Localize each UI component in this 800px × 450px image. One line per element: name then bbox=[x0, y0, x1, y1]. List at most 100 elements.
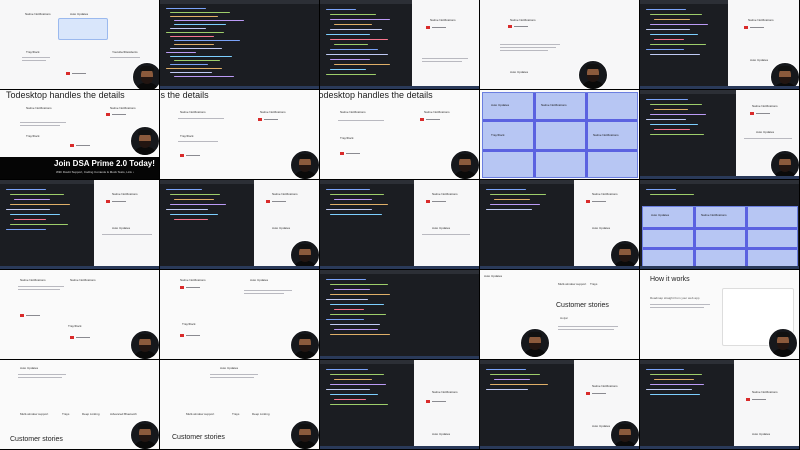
section-title: Customer stories bbox=[556, 302, 609, 309]
tile-preview: Native Notifications bbox=[412, 0, 479, 89]
tile-11[interactable]: Native Notifications Auto Updates bbox=[0, 180, 160, 270]
card-title: Native Notifications bbox=[592, 384, 618, 388]
tile-19[interactable]: Auto Updates Multi-window support Trays … bbox=[480, 270, 640, 360]
card-title: Native Notifications bbox=[112, 192, 138, 196]
nav-link[interactable]: Deep Linking bbox=[252, 412, 270, 416]
tile-15[interactable]: Auto Updates Native Notifications bbox=[640, 180, 800, 270]
card-title: Auto Updates bbox=[112, 226, 131, 230]
tile-16[interactable]: Native Notifications Native Notification… bbox=[0, 270, 160, 360]
grid-inspector-overlay: Auto Updates Native Notifications Tray/D… bbox=[482, 92, 638, 178]
nav-link[interactable]: Advanced Bluetooth bbox=[110, 412, 137, 416]
presenter-avatar bbox=[290, 330, 319, 359]
tile-18[interactable] bbox=[320, 270, 480, 360]
presenter-avatar bbox=[578, 60, 608, 89]
card-title: Auto Updates bbox=[752, 432, 771, 436]
nav-link[interactable]: Multi-window support bbox=[20, 412, 48, 416]
card-title: Native Notifications bbox=[340, 110, 366, 114]
presenter-avatar bbox=[130, 330, 159, 359]
tile-preview: Native Notifications Auto Updates bbox=[414, 360, 479, 449]
tile-preview: Native Notifications Auto Updates bbox=[94, 180, 159, 269]
tile-7[interactable]: Todesktop handles the details Native Not… bbox=[160, 90, 320, 180]
grid-inspector-overlay: Auto Updates Native Notifications bbox=[642, 206, 798, 268]
tile-6[interactable]: Todesktop handles the details Native Not… bbox=[0, 90, 160, 180]
card-title: Native Notifications bbox=[748, 18, 774, 22]
card-title: Auto Updates bbox=[272, 226, 291, 230]
tile-20[interactable]: How it works Roadmap straight from your … bbox=[640, 270, 800, 360]
tile-13[interactable]: Native Notifications Auto Updates bbox=[320, 180, 480, 270]
presenter-avatar bbox=[290, 420, 319, 449]
tile-headline: Todesktop handles the details bbox=[6, 90, 125, 100]
presenter-avatar bbox=[768, 328, 798, 358]
card-title: Native Notifications bbox=[25, 12, 51, 16]
tile-22[interactable]: Auto Updates Multi-window support Trays … bbox=[160, 360, 320, 450]
card-title: Native Notifications bbox=[432, 390, 458, 394]
card-title: Native Notifications bbox=[272, 192, 298, 196]
grid-label: Auto Updates bbox=[491, 103, 510, 107]
tile-10[interactable]: Native Notifications Auto Updates bbox=[640, 90, 800, 180]
nav-link[interactable]: Deep Linking bbox=[82, 412, 100, 416]
card-title: Auto Updates bbox=[484, 274, 503, 278]
card-title: Native Notifications bbox=[110, 106, 136, 110]
grid-label: Tray/Dock bbox=[491, 133, 505, 137]
tile-23[interactable]: Native Notifications Auto Updates bbox=[320, 360, 480, 450]
card-title: Native Notifications bbox=[26, 106, 52, 110]
card-title: Native Notifications bbox=[260, 110, 286, 114]
card-title: Tray/Dock bbox=[26, 50, 40, 54]
grid-label: Native Notifications bbox=[541, 103, 567, 107]
card-title: Tray/Dock bbox=[26, 134, 40, 138]
card-title: Native Notifications bbox=[20, 278, 46, 282]
tile-14[interactable]: Native Notifications Auto Updates bbox=[480, 180, 640, 270]
tile-9[interactable]: Auto Updates Native Notifications Tray/D… bbox=[480, 90, 640, 180]
grid-label: Native Notifications bbox=[593, 133, 619, 137]
thumbnail-grid: Native Notifications Auto Updates Tray/D… bbox=[0, 0, 800, 450]
tile-21[interactable]: Auto Updates Multi-window support Trays … bbox=[0, 360, 160, 450]
card-title: Native Notifications bbox=[180, 278, 206, 282]
card-title: Native Notifications bbox=[592, 192, 618, 196]
tile-preview: Native Notifications Auto Updates bbox=[414, 180, 479, 269]
tile-preview: Native Notifications Auto Updates bbox=[480, 0, 639, 89]
card-title: Auto Updates bbox=[432, 226, 451, 230]
section-title: How it works bbox=[650, 276, 690, 283]
nav-link[interactable]: Trays bbox=[590, 282, 597, 286]
nav-link[interactable]: Multi-window support bbox=[558, 282, 586, 286]
tile-24[interactable]: Native Notifications Auto Updates bbox=[480, 360, 640, 450]
tile-3[interactable]: Native Notifications bbox=[320, 0, 480, 90]
tile-preview: Native Notifications Auto Updates bbox=[734, 360, 799, 449]
card-title: Youtube/Dissidents bbox=[112, 50, 138, 54]
tile-2[interactable] bbox=[160, 0, 320, 90]
nav-link[interactable]: Multi-window support bbox=[186, 412, 214, 416]
section-title: Customer stories bbox=[10, 436, 63, 443]
tile-5[interactable]: Native Notifications Auto Updates bbox=[640, 0, 800, 90]
card-title: Native Notifications bbox=[180, 110, 206, 114]
tile-1[interactable]: Native Notifications Auto Updates Tray/D… bbox=[0, 0, 160, 90]
card-title: Auto Updates bbox=[510, 70, 529, 74]
card-title: Tray/Dock bbox=[340, 136, 354, 140]
tile-25[interactable]: Native Notifications Auto Updates bbox=[640, 360, 800, 450]
tile-headline: Todesktop handles the details bbox=[160, 90, 209, 100]
promo-banner[interactable]: Join DSA Prime 2.0 Today! With Doubt Sup… bbox=[0, 157, 159, 179]
banner-title: Join DSA Prime 2.0 Today! bbox=[54, 159, 155, 168]
tile-8[interactable]: Todesktop handles the details Native Not… bbox=[320, 90, 480, 180]
card-title: Auto Updates bbox=[756, 130, 775, 134]
section-title: Customer stories bbox=[172, 434, 225, 441]
presenter-avatar bbox=[290, 150, 319, 179]
tile-4[interactable]: Native Notifications Auto Updates bbox=[480, 0, 640, 90]
card-title: Native Notifications bbox=[752, 104, 778, 108]
card-box bbox=[58, 18, 108, 40]
roadmap-title: Roadmap straight from your web app bbox=[650, 296, 700, 300]
card-title: Auto Updates bbox=[432, 432, 451, 436]
tile-17[interactable]: Native Notifications Auto Updates Tray/D… bbox=[160, 270, 320, 360]
presenter-avatar bbox=[132, 62, 159, 89]
card-title: Auto Updates bbox=[750, 58, 769, 62]
customer-name: Hotjar bbox=[560, 316, 569, 320]
card-title: Native Notifications bbox=[424, 110, 450, 114]
presenter-avatar bbox=[130, 126, 159, 156]
card-title: Native Notifications bbox=[430, 18, 456, 22]
presenter-avatar bbox=[450, 150, 479, 179]
grid-label: Auto Updates bbox=[651, 213, 670, 217]
card-title: Auto Updates bbox=[70, 12, 89, 16]
tile-12[interactable]: Native Notifications Auto Updates bbox=[160, 180, 320, 270]
nav-link[interactable]: Trays bbox=[62, 412, 69, 416]
nav-link[interactable]: Trays bbox=[232, 412, 239, 416]
card-title: Auto Updates bbox=[20, 366, 39, 370]
